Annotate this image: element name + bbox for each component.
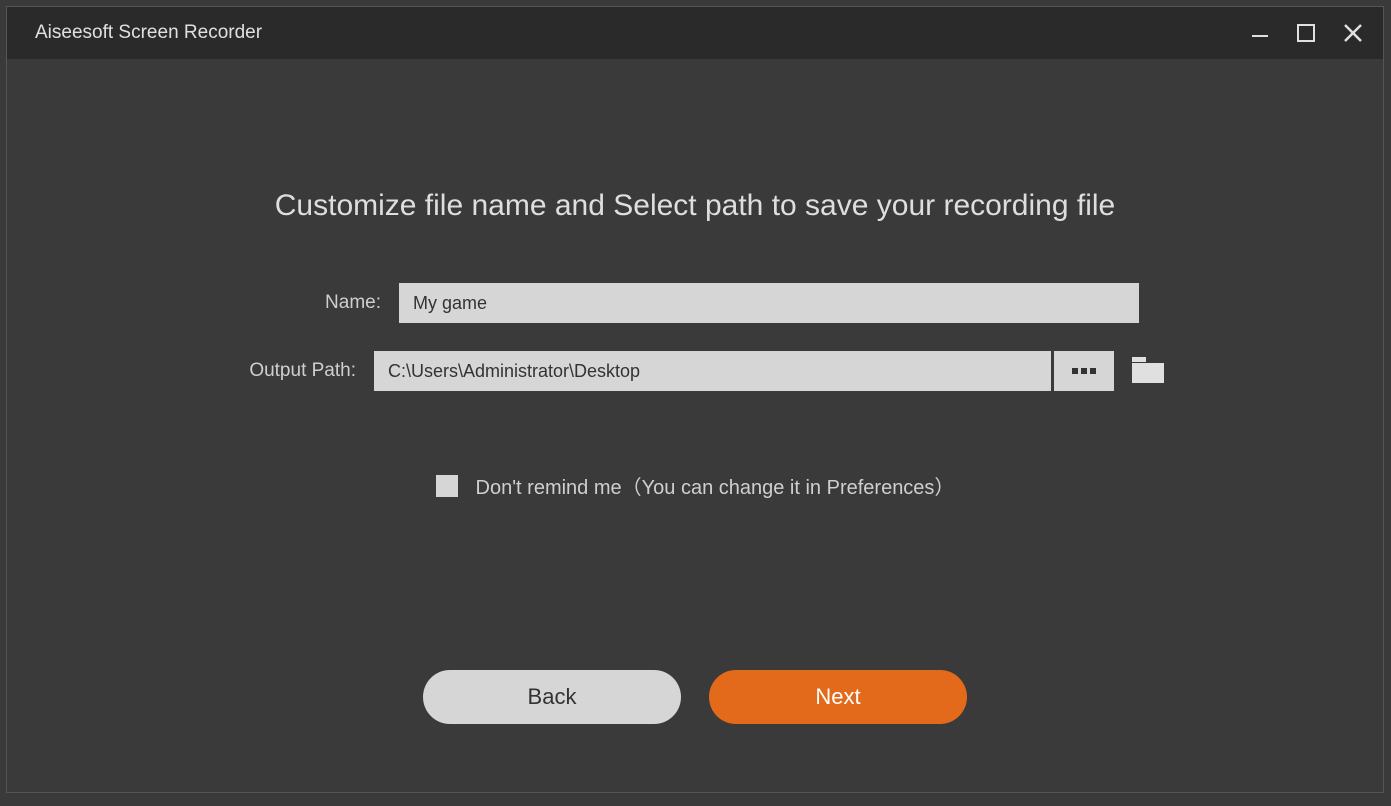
checkbox-label: Don't remind me（You can change it in Pre… — [476, 471, 955, 500]
next-button[interactable]: Next — [709, 670, 967, 724]
name-row: Name: — [251, 283, 1139, 323]
path-row: Output Path: — [226, 351, 1164, 391]
back-button[interactable]: Back — [423, 670, 681, 724]
open-folder-button[interactable] — [1132, 355, 1164, 388]
browse-button[interactable] — [1054, 351, 1114, 391]
path-label: Output Path: — [226, 360, 356, 382]
content-area: Customize file name and Select path to s… — [7, 59, 1383, 792]
button-row: Back Next — [423, 670, 967, 724]
app-window: Aiseesoft Screen Recorder Customize file… — [6, 6, 1384, 793]
name-label: Name: — [251, 292, 381, 314]
window-controls — [1249, 21, 1365, 45]
titlebar: Aiseesoft Screen Recorder — [7, 7, 1383, 59]
folder-icon — [1132, 355, 1164, 383]
close-button[interactable] — [1341, 21, 1365, 45]
name-input[interactable] — [399, 283, 1139, 323]
app-title: Aiseesoft Screen Recorder — [35, 22, 262, 44]
close-icon — [1341, 21, 1365, 45]
maximize-button[interactable] — [1295, 22, 1317, 44]
path-input[interactable] — [374, 351, 1051, 391]
ellipsis-icon — [1072, 368, 1096, 374]
page-heading: Customize file name and Select path to s… — [275, 189, 1115, 223]
dont-remind-checkbox[interactable] — [436, 475, 458, 497]
minimize-icon — [1249, 22, 1271, 44]
checkbox-row: Don't remind me（You can change it in Pre… — [436, 471, 955, 500]
maximize-icon — [1295, 22, 1317, 44]
minimize-button[interactable] — [1249, 22, 1271, 44]
